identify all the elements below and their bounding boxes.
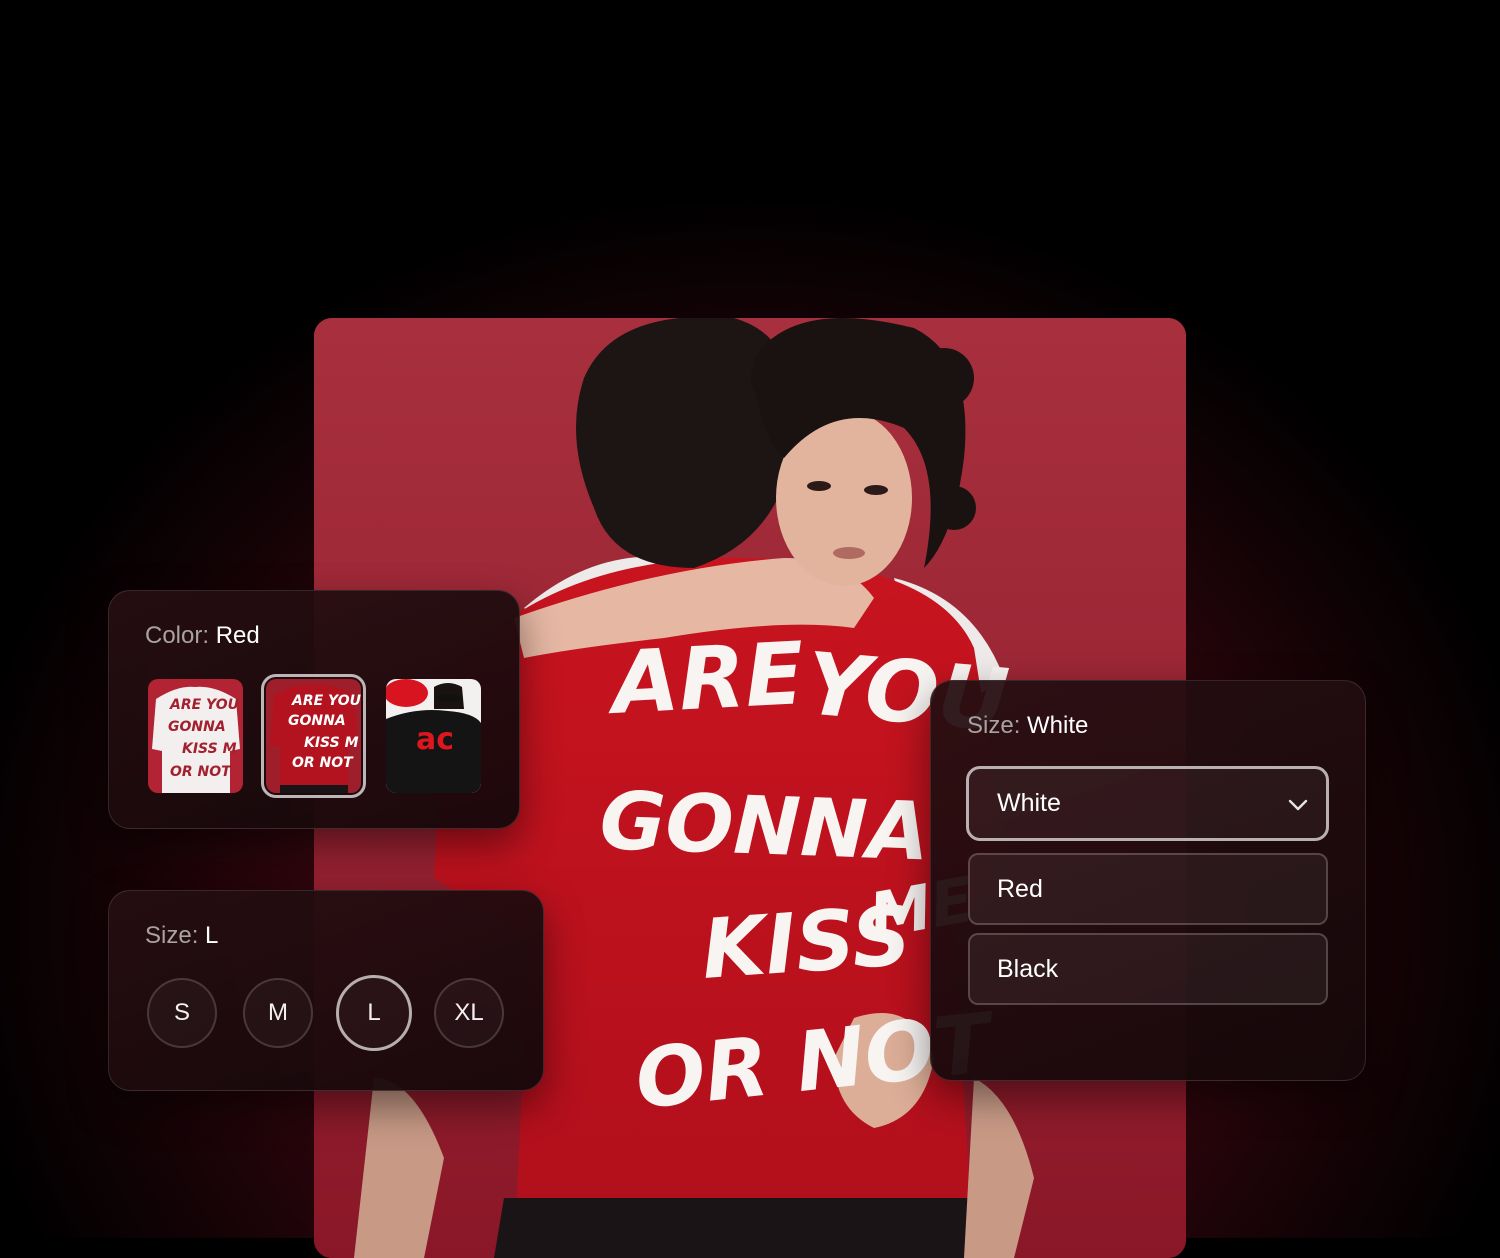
size-label-key: Size: [145,922,199,949]
red-tee-thumbnail: ARE YOU GONNA KISS M OR NOT [266,679,361,793]
svg-text:GONNA: GONNA [288,713,346,729]
svg-text:OR NOT: OR NOT [292,755,354,771]
black-tee-thumbnail: ac [386,679,481,793]
svg-text:ARE YOU: ARE YOU [169,697,240,713]
dropdown-selected-value: White [997,789,1061,817]
size-selector-panel: Size: L S M L XL [108,890,544,1091]
svg-text:GONNA: GONNA [598,774,931,878]
dropdown-label: Size: White [967,712,1088,740]
svg-text:ac: ac [416,722,454,757]
dropdown-option-red[interactable]: Red [968,853,1328,925]
color-swatch-red[interactable]: ARE YOU GONNA KISS M OR NOT [261,674,366,798]
svg-text:ARE YOU: ARE YOU [291,693,361,709]
dropdown-label-key: Size: [967,712,1021,739]
dropdown-select[interactable]: White [966,766,1329,841]
svg-text:GONNA: GONNA [168,719,226,735]
white-tee-thumbnail: ARE YOU GONNA KISS M OR NOT [148,679,243,793]
svg-text:OR NOT: OR NOT [170,764,232,780]
size-dropdown-panel: Size: White White Red Black [930,680,1366,1081]
svg-text:ARE: ARE [604,624,806,734]
size-label-value: L [205,922,219,949]
chevron-down-icon [1288,799,1308,811]
svg-text:KISS M: KISS M [304,735,359,751]
dropdown-label-value: White [1027,712,1089,739]
color-swatch-white[interactable]: ARE YOU GONNA KISS M OR NOT [148,679,243,793]
size-label: Size: L [145,922,218,950]
color-label-value: Red [215,622,260,649]
color-swatch-black[interactable]: ac [386,679,481,793]
size-option-xl[interactable]: XL [434,978,504,1048]
color-label: Color: Red [145,622,260,650]
svg-text:KISS M: KISS M [182,741,237,757]
size-option-m[interactable]: M [243,978,313,1048]
color-selector-panel: Color: Red ARE YOU GONNA KISS M OR NOT A… [108,590,520,829]
size-option-s[interactable]: S [147,978,217,1048]
size-option-l[interactable]: L [336,975,412,1051]
dropdown-option-black[interactable]: Black [968,933,1328,1005]
color-label-key: Color: [145,622,210,649]
